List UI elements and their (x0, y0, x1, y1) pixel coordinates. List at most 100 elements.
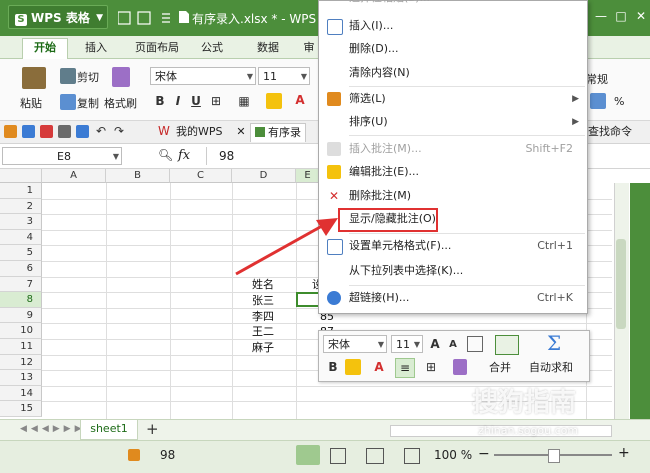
cell-d8[interactable]: 张三 (252, 293, 274, 308)
paste-icon[interactable] (22, 67, 46, 89)
sheet-tab[interactable]: sheet1 (80, 420, 138, 440)
zoom-level[interactable]: 100 % (434, 448, 472, 462)
currency-icon[interactable] (590, 93, 606, 109)
column-header[interactable]: D (232, 169, 296, 183)
menu-item-pick-from-list[interactable]: 从下拉列表中选择(K)... (319, 260, 587, 282)
fill-color-icon[interactable] (266, 93, 282, 109)
cell-style-icon[interactable]: ▦ (236, 93, 252, 109)
cell-d9[interactable]: 李四 (252, 309, 274, 324)
minimize-icon[interactable]: — (592, 8, 610, 24)
paste-button[interactable]: 粘贴 (20, 95, 42, 111)
menu-item-insert-comment[interactable]: 插入批注(M)... Shift+F2 (319, 138, 587, 160)
mini-font-name-select[interactable]: 宋体 ▼ (323, 335, 387, 353)
copy-button[interactable]: 复制 (77, 95, 99, 111)
row-header[interactable]: 6 (0, 261, 42, 277)
find-command-label[interactable]: 查找命令 (584, 123, 636, 141)
tab-insert[interactable]: 插入 (78, 39, 114, 57)
row-header[interactable]: 4 (0, 229, 42, 246)
cell-d10[interactable]: 王二 (252, 324, 274, 339)
cell-d7[interactable]: 姓名 (252, 277, 274, 292)
shrink-font-icon[interactable]: A (445, 337, 461, 353)
menu-item-hyperlink[interactable]: 超链接(H)... Ctrl+K (319, 287, 587, 309)
menu-item-edit-comment[interactable]: 编辑批注(E)... (319, 161, 587, 183)
row-header[interactable]: 12 (0, 354, 42, 371)
menu-item-format-cells[interactable]: 设置单元格格式(F)... Ctrl+1 (319, 235, 587, 257)
tab-data[interactable]: 数据 (250, 39, 286, 57)
menu-item-delete[interactable]: 删除(D)... (319, 38, 587, 60)
formula-input[interactable]: 98 (206, 147, 318, 165)
add-sheet-button[interactable]: + (146, 420, 159, 438)
open-icon[interactable] (4, 125, 17, 138)
column-header[interactable]: C (170, 169, 232, 183)
close-icon[interactable]: ✕ (632, 8, 650, 24)
font-color-icon[interactable]: A (292, 92, 308, 108)
autosum-icon[interactable]: Σ (547, 331, 561, 355)
format-painter-icon[interactable] (112, 67, 130, 87)
tab-home[interactable]: 开始 (22, 38, 68, 59)
side-panel-strip[interactable] (630, 183, 650, 419)
menu-item-sort[interactable]: 排序(U) ▶ (319, 111, 587, 133)
column-header[interactable]: E (296, 169, 320, 183)
sheet-nav-arrows[interactable]: ◀◀◀▶▶▶ (20, 424, 86, 434)
cut-button[interactable]: 剪切 (77, 69, 99, 85)
row-header[interactable]: 10 (0, 323, 42, 339)
borders-icon[interactable]: ⊞ (208, 93, 224, 109)
print-icon[interactable] (58, 125, 71, 138)
row-header[interactable]: 1 (0, 183, 42, 199)
page-layout-view-icon[interactable] (330, 448, 346, 464)
restore-icon[interactable]: □ (612, 8, 630, 24)
column-header[interactable]: B (106, 169, 170, 183)
mini-fill-color-icon[interactable] (345, 359, 361, 375)
print-preview-icon[interactable] (76, 125, 89, 138)
tab-review[interactable]: 审 (300, 39, 318, 57)
save-icon[interactable] (22, 125, 35, 138)
row-header[interactable]: 3 (0, 214, 42, 230)
menu-item-paste-special-partial[interactable]: 选择性粘贴(S)... (319, 0, 587, 9)
selected-cell-e8[interactable] (296, 292, 320, 307)
row-header[interactable]: 2 (0, 198, 42, 215)
percent-button[interactable]: % (614, 95, 624, 108)
font-size-select[interactable]: 11 ▼ (258, 67, 310, 85)
align-center-icon[interactable]: ≡ (395, 358, 415, 378)
undo-icon[interactable]: ↶ (96, 125, 109, 138)
menu-item-filter[interactable]: 筛选(L) ▶ (319, 88, 587, 110)
mini-borders-icon[interactable]: ⊞ (423, 359, 439, 375)
clear-format-icon[interactable] (467, 336, 483, 352)
row-header[interactable]: 9 (0, 307, 42, 324)
font-name-select[interactable]: 宋体 ▼ (150, 67, 256, 85)
tab-mywps[interactable]: 我的WPS (172, 123, 227, 141)
pdf-icon[interactable] (40, 125, 53, 138)
redo-icon[interactable]: ↷ (114, 125, 127, 138)
menu-item-delete-comment[interactable]: ✕ 删除批注(M) (319, 185, 587, 207)
zoom-in-button[interactable]: + (618, 445, 630, 461)
row-header[interactable]: 14 (0, 385, 42, 402)
mini-format-painter-icon[interactable] (453, 359, 467, 375)
number-format-label[interactable]: 常规 (586, 71, 608, 87)
cut-icon[interactable] (60, 68, 76, 84)
mini-bold-button[interactable]: B (325, 359, 341, 375)
zoom-slider-thumb[interactable] (548, 449, 560, 463)
menu-item-clear-contents[interactable]: 清除内容(N) (319, 62, 587, 84)
vertical-scrollbar-thumb[interactable] (616, 239, 626, 329)
underline-button[interactable]: U (188, 93, 204, 109)
zoom-out-button[interactable]: − (478, 446, 490, 462)
fx-button[interactable]: fx (178, 148, 190, 163)
row-header[interactable]: 11 (0, 339, 42, 355)
close-icon[interactable]: ✕ (234, 123, 248, 141)
tab-formulas[interactable]: 公式 (194, 39, 230, 57)
bold-button[interactable]: B (152, 93, 168, 109)
grow-font-icon[interactable]: A (427, 336, 443, 352)
merge-button[interactable]: 合并 (489, 359, 511, 375)
merge-icon[interactable] (495, 335, 519, 355)
row-header[interactable]: 5 (0, 245, 42, 261)
reading-view-icon[interactable] (404, 448, 420, 464)
tab-page-layout[interactable]: 页面布局 (128, 39, 186, 57)
italic-button[interactable]: I (170, 93, 186, 109)
row-header[interactable]: 8 (0, 292, 42, 308)
select-all-corner[interactable] (0, 169, 42, 183)
app-menu-button[interactable]: S WPS 表格 ▼ (8, 5, 108, 29)
row-header[interactable]: 13 (0, 370, 42, 386)
copy-icon[interactable] (60, 94, 76, 110)
tab-document[interactable]: 有序录 (250, 123, 306, 142)
format-painter-button[interactable]: 格式刷 (104, 95, 137, 111)
